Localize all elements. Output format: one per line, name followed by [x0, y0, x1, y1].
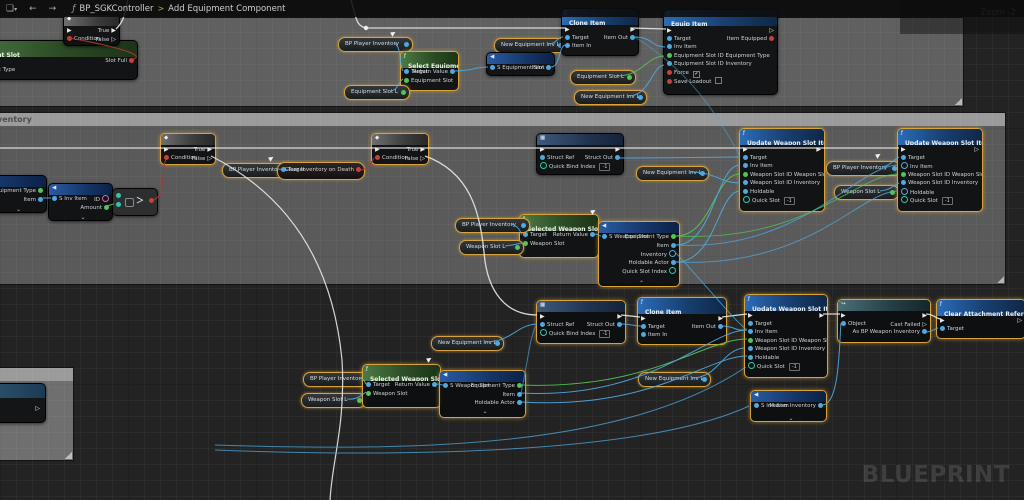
bookmark-icon[interactable]: ❏▾	[6, 4, 17, 14]
wire[interactable]	[926, 314, 941, 319]
breadcrumb-separator-icon: >	[157, 4, 164, 13]
wire[interactable]	[548, 37, 563, 44]
graph-breadcrumb-bar: ❏▾ ← → ƒ BP_SGKController > Add Equipmen…	[0, 0, 1024, 17]
wire-layer	[0, 0, 1024, 500]
wire[interactable]	[153, 159, 166, 200]
wire[interactable]	[505, 243, 522, 246]
wire[interactable]	[215, 406, 749, 453]
breadcrumb-page[interactable]: Add Equipment Component	[168, 4, 285, 14]
breadcrumb-root[interactable]: BP_SGKController	[79, 4, 153, 14]
function-icon: ƒ	[72, 4, 75, 14]
wire[interactable]	[676, 174, 898, 236]
wire[interactable]	[394, 43, 403, 71]
wire[interactable]	[211, 156, 343, 500]
blueprint-graph-canvas[interactable]: ventory ƒEquipment SlotEquipment Invento…	[0, 0, 1024, 500]
wire[interactable]	[621, 315, 640, 317]
wire[interactable]	[347, 392, 366, 399]
wire[interactable]	[551, 45, 565, 67]
wire[interactable]	[617, 56, 664, 76]
wire[interactable]	[521, 324, 537, 393]
wire[interactable]	[676, 191, 740, 262]
wire[interactable]	[676, 253, 747, 330]
wire[interactable]	[455, 67, 488, 71]
wire[interactable]	[425, 156, 537, 315]
wire[interactable]	[676, 165, 898, 245]
wire[interactable]	[880, 183, 899, 191]
wire[interactable]	[621, 324, 641, 326]
wire[interactable]	[822, 323, 841, 405]
reroute-node[interactable]	[364, 26, 368, 30]
wire[interactable]	[635, 37, 740, 156]
wire[interactable]	[722, 326, 744, 330]
wire[interactable]	[361, 158, 374, 170]
wire[interactable]	[628, 65, 664, 96]
forward-icon[interactable]: →	[49, 4, 57, 14]
wire[interactable]	[359, 378, 366, 384]
wire[interactable]	[594, 234, 601, 236]
wire[interactable]	[68, 38, 136, 59]
wire[interactable]	[485, 324, 537, 342]
wire[interactable]	[106, 204, 114, 206]
wire[interactable]	[620, 157, 740, 158]
wire[interactable]	[521, 356, 747, 403]
wire[interactable]	[722, 314, 747, 317]
wire[interactable]	[215, 367, 746, 447]
wire[interactable]	[926, 328, 938, 332]
wire[interactable]	[391, 79, 403, 91]
back-icon[interactable]: ←	[29, 4, 37, 14]
wire[interactable]	[436, 384, 443, 385]
wire[interactable]	[690, 172, 740, 183]
wire[interactable]	[676, 174, 740, 236]
wire[interactable]	[676, 191, 898, 262]
wire[interactable]	[521, 330, 747, 393]
wire[interactable]	[278, 169, 290, 170]
wire[interactable]	[511, 224, 522, 234]
wire[interactable]	[631, 28, 666, 29]
wire[interactable]	[635, 37, 665, 47]
